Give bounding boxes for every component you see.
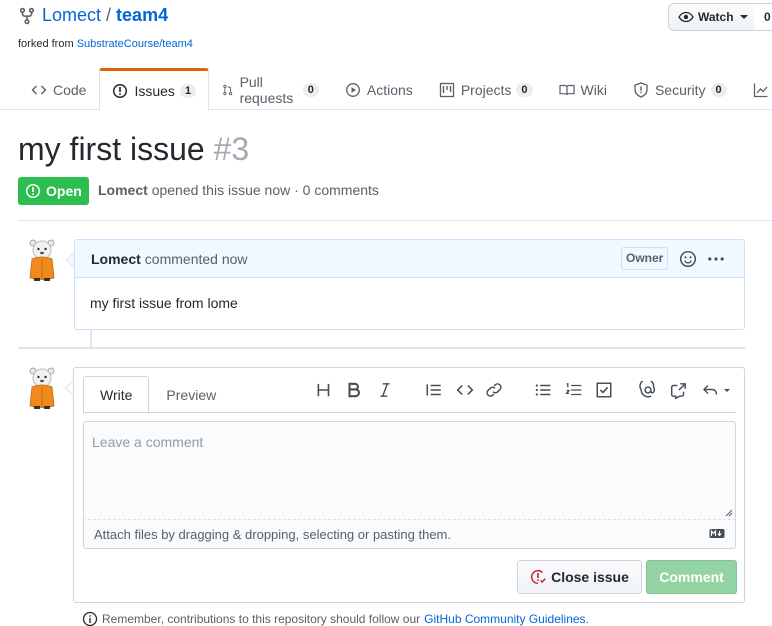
- tab-counter: 0: [710, 83, 727, 97]
- list-unordered-icon[interactable]: [534, 381, 552, 399]
- timeline-divider: [18, 347, 745, 349]
- kebab-horizontal-icon[interactable]: [707, 250, 725, 268]
- repo-name-link[interactable]: team4: [116, 5, 168, 26]
- tab-pull-requests[interactable]: Pull requests 0: [209, 68, 332, 110]
- issue-opened-icon: [25, 183, 41, 199]
- repo-header: Lomect / team4 forked from SubstrateCour…: [0, 0, 772, 111]
- list-ordered-icon[interactable]: [565, 381, 583, 399]
- comment-timestamp[interactable]: commented now: [145, 251, 248, 267]
- comment-header: Lomect commented now Owner: [75, 240, 744, 278]
- bold-icon[interactable]: [345, 381, 363, 399]
- close-issue-label: Close issue: [551, 569, 629, 585]
- tasklist-icon[interactable]: [595, 381, 613, 399]
- footer-text: Remember, contributions to this reposito…: [102, 612, 421, 626]
- community-guidelines-link[interactable]: GitHub Community Guidelines: [424, 612, 585, 626]
- owner-badge: Owner: [621, 247, 669, 270]
- issue-title: my first issue #3: [18, 131, 249, 168]
- comment-submit-button[interactable]: Comment: [646, 560, 737, 594]
- tab-insights[interactable]: [740, 68, 772, 110]
- watch-label: Watch: [698, 10, 734, 24]
- book-icon: [558, 84, 575, 96]
- forked-source-link[interactable]: SubstrateCourse/team4: [77, 38, 193, 50]
- issue-state-label: Open: [46, 183, 82, 199]
- editor-tab-line: [83, 412, 736, 413]
- issue-number: #3: [213, 131, 250, 167]
- repo-title: Lomect / team4: [18, 5, 168, 26]
- mention-icon[interactable]: [639, 381, 657, 399]
- issue-meta-text: opened this issue now · 0 comments: [151, 182, 379, 198]
- tab-counter: 0: [302, 83, 319, 97]
- markdown-icon[interactable]: [709, 528, 725, 539]
- timeline-line: [90, 330, 92, 347]
- footer-suffix: .: [585, 612, 589, 626]
- comment-author-link[interactable]: Lomect: [91, 251, 141, 267]
- tab-label: Wiki: [580, 82, 607, 98]
- tab-counter: 0: [516, 83, 533, 97]
- header-divider: [18, 220, 772, 221]
- contribution-guidelines-note: Remember, contributions to this reposito…: [82, 611, 589, 626]
- repo-separator: /: [106, 5, 112, 25]
- eye-icon: [678, 11, 694, 23]
- issue-title-text: my first issue: [18, 131, 205, 167]
- code-icon: [31, 85, 47, 95]
- quote-icon[interactable]: [425, 381, 443, 399]
- tab-security[interactable]: Security 0: [620, 68, 740, 110]
- shield-icon: [634, 82, 648, 98]
- close-issue-button[interactable]: Close issue: [517, 560, 642, 594]
- issue-meta: Lomect opened this issue now · 0 comment…: [98, 182, 379, 198]
- avatar[interactable]: [22, 366, 62, 410]
- issue-opened-icon: [113, 83, 128, 98]
- comment-textarea[interactable]: Leave a comment: [83, 421, 736, 520]
- editor-arrow-inner: [66, 381, 73, 395]
- tab-actions[interactable]: Actions: [332, 68, 426, 110]
- tab-issues[interactable]: Issues 1: [99, 68, 210, 111]
- play-icon: [345, 83, 360, 97]
- tab-label: Code: [53, 82, 87, 98]
- avatar[interactable]: [22, 238, 62, 282]
- watch-button[interactable]: Watch: [668, 3, 755, 31]
- issue-author-link[interactable]: Lomect: [98, 182, 148, 198]
- tab-wiki[interactable]: Wiki: [546, 68, 620, 110]
- heading-icon[interactable]: [315, 381, 333, 399]
- chevron-down-icon: [739, 15, 748, 19]
- issue-state-badge: Open: [18, 177, 89, 205]
- tab-code[interactable]: Code: [18, 68, 99, 110]
- editor-tabs: Write Preview: [83, 376, 233, 414]
- file-attachment-bar[interactable]: Attach files by dragging & dropping, sel…: [83, 520, 736, 549]
- tab-preview[interactable]: Preview: [149, 376, 233, 413]
- info-icon: [82, 611, 98, 626]
- resize-grip-icon[interactable]: [725, 509, 733, 517]
- graph-icon: [753, 83, 768, 98]
- tab-label: Issues: [134, 82, 175, 99]
- link-icon[interactable]: [485, 381, 503, 399]
- tab-label: Pull requests: [239, 74, 294, 106]
- tab-write[interactable]: Write: [83, 376, 150, 414]
- watch-count[interactable]: 0: [754, 3, 772, 31]
- issue-closed-icon: [531, 570, 546, 585]
- comment: Lomect commented now Owner my first issu…: [74, 239, 745, 330]
- repo-forked-icon: [19, 7, 35, 24]
- code-icon[interactable]: [456, 381, 474, 399]
- tab-label: Security: [654, 82, 706, 98]
- project-icon: [439, 82, 454, 98]
- tab-label: Actions: [366, 82, 413, 98]
- new-comment-form: Write Preview Leave a comment Attach fil…: [73, 367, 745, 603]
- repo-nav-tabs: Code Issues 1 Pull requests 0 Actions Pr…: [18, 68, 772, 111]
- comment-body: my first issue from lome: [90, 295, 238, 311]
- reply-icon[interactable]: [702, 381, 734, 399]
- comment-placeholder: Leave a comment: [92, 434, 204, 450]
- repo-owner-link[interactable]: Lomect: [42, 5, 101, 26]
- forked-from: forked from SubstrateCourse/team4: [18, 38, 193, 50]
- git-pull-request-icon: [223, 84, 233, 96]
- italic-icon[interactable]: [376, 381, 394, 399]
- tab-label: Projects: [460, 82, 512, 98]
- comment-arrow-inner: [67, 253, 74, 267]
- attach-text: Attach files by dragging & dropping, sel…: [94, 527, 451, 542]
- smiley-icon[interactable]: [679, 250, 697, 268]
- tab-projects[interactable]: Projects 0: [426, 68, 546, 110]
- tab-counter: 1: [179, 83, 197, 98]
- forked-prefix: forked from: [18, 38, 74, 50]
- cross-reference-icon[interactable]: [670, 381, 688, 399]
